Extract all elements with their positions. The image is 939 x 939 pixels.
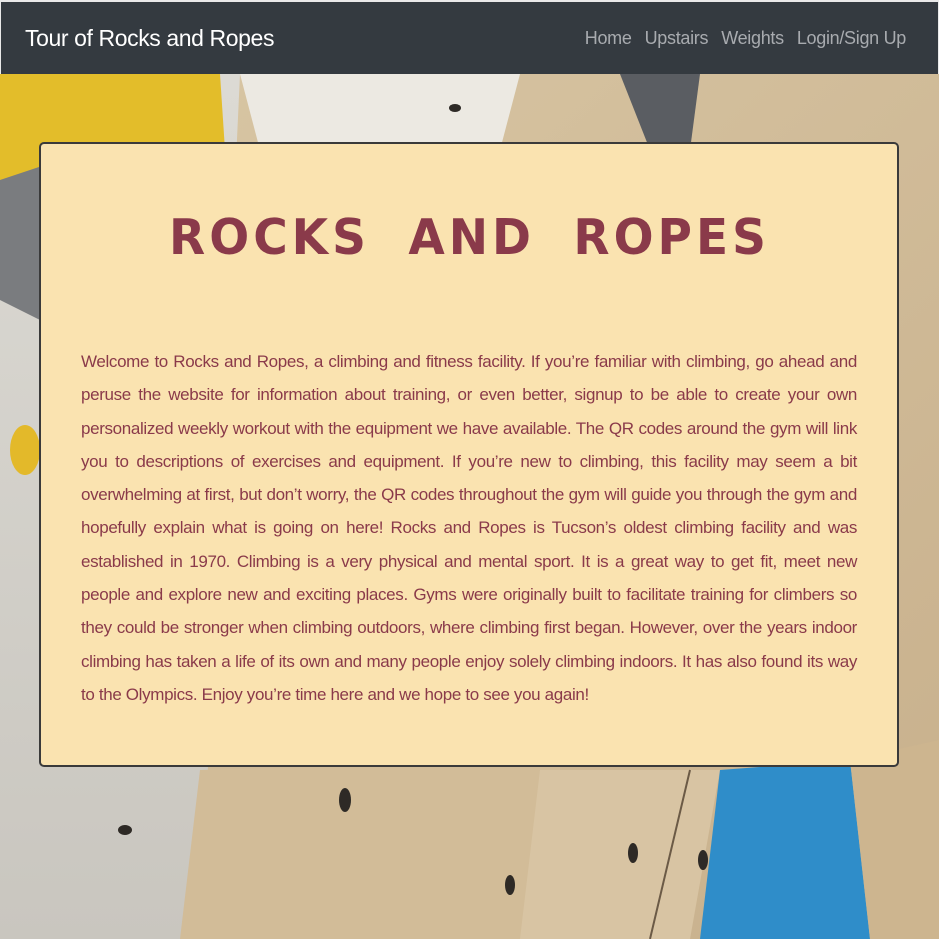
nav-link-login-signup[interactable]: Login/Sign Up: [797, 28, 906, 49]
nav-links: Home Upstairs Weights Login/Sign Up: [585, 28, 907, 49]
navbar: Tour of Rocks and Ropes Home Upstairs We…: [0, 0, 939, 74]
page: Tour of Rocks and Ropes Home Upstairs We…: [0, 0, 939, 939]
page-title: ROCKS AND ROPES: [169, 208, 770, 267]
nav-link-upstairs[interactable]: Upstairs: [645, 28, 709, 49]
brand-link[interactable]: Tour of Rocks and Ropes: [25, 25, 274, 52]
nav-link-weights[interactable]: Weights: [721, 28, 784, 49]
welcome-paragraph: Welcome to Rocks and Ropes, a climbing a…: [81, 352, 857, 704]
nav-link-home[interactable]: Home: [585, 28, 632, 49]
